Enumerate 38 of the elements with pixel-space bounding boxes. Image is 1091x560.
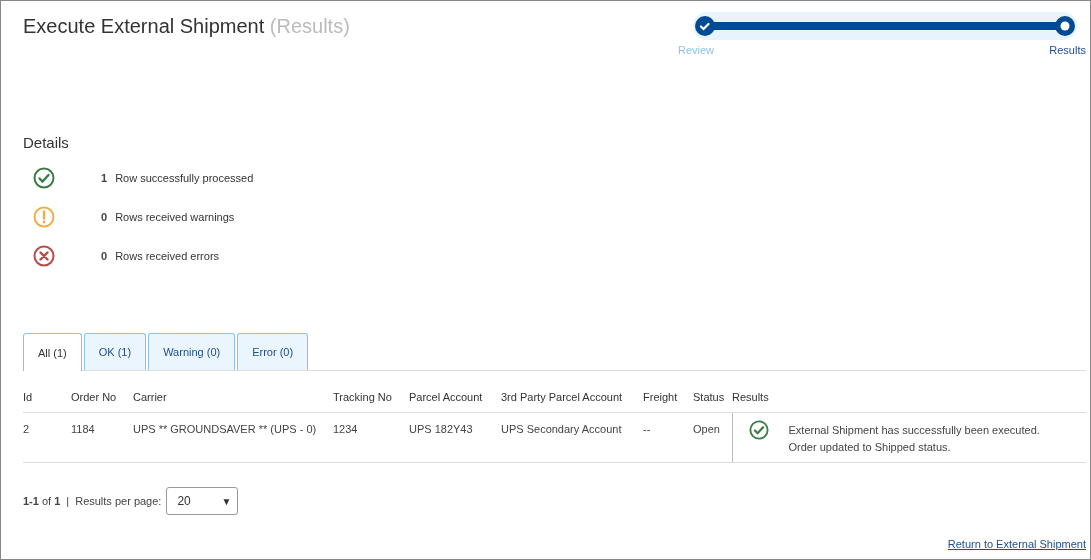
column-header: Order No bbox=[71, 377, 133, 413]
summary-label: Rows received warnings bbox=[115, 211, 235, 223]
table-cell: UPS ** GROUNDSAVER ** (UPS - 0) bbox=[133, 412, 333, 463]
table-cell: UPS 182Y43 bbox=[409, 412, 501, 463]
step-label: Results bbox=[1049, 44, 1086, 56]
row-count: 0 bbox=[101, 250, 108, 262]
column-header: Parcel Account bbox=[409, 377, 501, 413]
page-title: Execute External Shipment (Results) bbox=[23, 14, 350, 38]
page-range: 1-1 of 1 bbox=[23, 495, 61, 507]
filter-tab[interactable]: All (1) bbox=[23, 333, 82, 371]
row-count: 1 bbox=[101, 172, 108, 184]
result-message: Order updated to Shipped status. bbox=[788, 441, 952, 453]
separator: | bbox=[66, 495, 70, 507]
result-message: External Shipment has successfully been executed. bbox=[788, 424, 1040, 436]
column-header: Status bbox=[693, 377, 732, 413]
table-cell: UPS Secondary Account bbox=[501, 412, 643, 463]
per-page-select[interactable]: 20 ▼ bbox=[166, 487, 239, 515]
filter-tab[interactable]: Error (0) bbox=[237, 333, 309, 370]
section-heading: Details bbox=[23, 134, 70, 151]
table-cell: Open bbox=[693, 412, 732, 463]
row-count: 0 bbox=[101, 211, 108, 223]
table-cell: 1184 bbox=[71, 412, 133, 463]
column-header: Results bbox=[732, 377, 1086, 413]
filter-tab[interactable]: Warning (0) bbox=[148, 333, 236, 370]
column-header: 3rd Party Parcel Account bbox=[501, 377, 643, 413]
return-link[interactable]: Return to External Shipment bbox=[947, 538, 1086, 550]
column-header: Id bbox=[23, 377, 71, 413]
table-cell: -- bbox=[643, 412, 693, 463]
summary-label: Row successfully processed bbox=[115, 172, 254, 184]
per-page-label: Results per page: bbox=[75, 495, 162, 507]
column-header: Carrier bbox=[133, 377, 333, 413]
table-cell: 1234 bbox=[333, 412, 409, 463]
step-label: Review bbox=[678, 44, 715, 56]
table-cell: 2 bbox=[23, 412, 71, 463]
column-header: Tracking No bbox=[333, 377, 409, 413]
summary-label: Rows received errors bbox=[115, 250, 220, 262]
column-header: Freight bbox=[643, 377, 693, 413]
filter-tab[interactable]: OK (1) bbox=[83, 333, 147, 370]
